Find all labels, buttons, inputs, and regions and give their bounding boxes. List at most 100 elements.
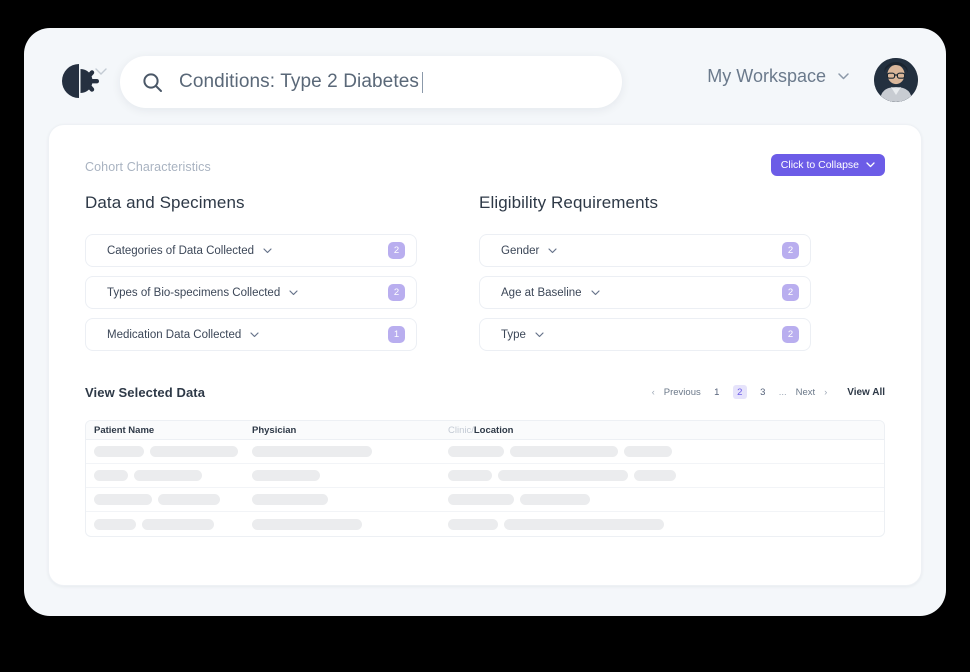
skeleton-placeholder: [252, 446, 372, 457]
table-column-muted-prefix: Clinic/: [448, 425, 474, 436]
table-cell: [94, 470, 252, 481]
skeleton-placeholder: [150, 446, 238, 457]
table-cell: [448, 470, 884, 481]
table-cell: [94, 446, 252, 457]
accordion-medication-data-collected[interactable]: Medication Data Collected 1: [85, 318, 417, 351]
accordion-type[interactable]: Type 2: [479, 318, 811, 351]
page-backdrop: Conditions: Type 2 Diabetes My Workspace: [0, 0, 970, 672]
accordion-label: Age at Baseline: [501, 287, 582, 299]
skeleton-placeholder: [520, 494, 590, 505]
pagination-page-2[interactable]: 2: [733, 385, 747, 399]
pagination-previous[interactable]: Previous: [664, 387, 701, 398]
skeleton-placeholder: [134, 470, 202, 481]
table-row: [86, 512, 884, 536]
skeleton-placeholder: [252, 494, 328, 505]
column-eligibility-requirements: Eligibility Requirements Gender 2 Age at…: [479, 193, 811, 360]
workspace-selector[interactable]: My Workspace: [707, 66, 850, 87]
skeleton-placeholder: [252, 470, 320, 481]
status-badge: 1: [388, 326, 405, 343]
accordion-label: Categories of Data Collected: [107, 245, 254, 257]
skeleton-placeholder: [158, 494, 220, 505]
skeleton-placeholder: [448, 494, 514, 505]
workspace-label: My Workspace: [707, 66, 826, 87]
table-row: [86, 464, 884, 488]
pagination-ellipsis: ...: [779, 387, 787, 398]
table-column-physician: Physician: [244, 425, 440, 436]
table-row: [86, 488, 884, 512]
chevron-right-icon[interactable]: ›: [824, 387, 827, 397]
skeleton-placeholder: [94, 494, 152, 505]
accordion-label: Gender: [501, 245, 539, 257]
chevron-down-icon: [591, 290, 600, 296]
main-card: Cohort Characteristics Click to Collapse…: [48, 124, 922, 586]
table-header-row: Patient Name Physician Clinic/Location: [86, 421, 884, 440]
top-bar: Conditions: Type 2 Diabetes My Workspace: [24, 50, 946, 120]
table-body: [86, 440, 884, 536]
skeleton-placeholder: [94, 446, 144, 457]
chevron-down-icon: [263, 248, 272, 254]
brand-logo-icon[interactable]: [57, 58, 103, 104]
data-section-header: View Selected Data ‹ Previous 1 2 3 ... …: [85, 381, 885, 403]
column-title: Data and Specimens: [85, 193, 417, 213]
table-cell: [94, 494, 252, 505]
search-value: Conditions: Type 2 Diabetes: [179, 71, 419, 93]
search-input[interactable]: Conditions: Type 2 Diabetes: [120, 56, 622, 108]
table-column-label: Location: [474, 425, 514, 436]
table-cell: [448, 446, 884, 457]
view-all-button[interactable]: View All: [847, 387, 885, 398]
chevron-down-icon: [837, 68, 850, 86]
accordion-label: Types of Bio-specimens Collected: [107, 287, 280, 299]
status-badge: 2: [388, 242, 405, 259]
column-data-and-specimens: Data and Specimens Categories of Data Co…: [85, 193, 417, 360]
accordion-gender[interactable]: Gender 2: [479, 234, 811, 267]
table-cell: [252, 470, 448, 481]
status-badge: 2: [782, 242, 799, 259]
accordion-types-of-bio-specimens-collected[interactable]: Types of Bio-specimens Collected 2: [85, 276, 417, 309]
table-cell: [448, 519, 884, 530]
data-section-title: View Selected Data: [85, 385, 205, 400]
column-title: Eligibility Requirements: [479, 193, 811, 213]
table-column-clinic-location: Clinic/Location: [440, 425, 884, 436]
skeleton-placeholder: [504, 519, 664, 530]
skeleton-placeholder: [498, 470, 628, 481]
pagination-page-3[interactable]: 3: [756, 385, 770, 399]
skeleton-placeholder: [94, 470, 128, 481]
card-header: Cohort Characteristics Click to Collapse: [85, 158, 885, 182]
pagination-next[interactable]: Next: [796, 387, 816, 398]
chevron-down-icon: [250, 332, 259, 338]
table-cell: [94, 519, 252, 530]
status-badge: 2: [388, 284, 405, 301]
skeleton-placeholder: [142, 519, 214, 530]
skeleton-placeholder: [624, 446, 672, 457]
skeleton-placeholder: [448, 519, 498, 530]
chevron-down-icon: [866, 159, 875, 171]
table-cell: [252, 494, 448, 505]
status-badge: 2: [782, 284, 799, 301]
table-cell: [252, 519, 448, 530]
chevron-left-icon[interactable]: ‹: [652, 387, 655, 397]
accordion-label: Medication Data Collected: [107, 329, 241, 341]
accordion-age-at-baseline[interactable]: Age at Baseline 2: [479, 276, 811, 309]
table-column-patient-name: Patient Name: [86, 425, 244, 436]
status-badge: 2: [782, 326, 799, 343]
chevron-down-icon: [289, 290, 298, 296]
collapse-button-label: Click to Collapse: [781, 159, 859, 171]
app-window: Conditions: Type 2 Diabetes My Workspace: [24, 28, 946, 616]
collapse-button[interactable]: Click to Collapse: [771, 154, 885, 176]
accordion-label: Type: [501, 329, 526, 341]
skeleton-placeholder: [448, 470, 492, 481]
skeleton-placeholder: [252, 519, 362, 530]
text-cursor: [422, 72, 423, 93]
selected-data-section: View Selected Data ‹ Previous 1 2 3 ... …: [85, 381, 885, 537]
accordion-categories-of-data-collected[interactable]: Categories of Data Collected 2: [85, 234, 417, 267]
pagination-page-1[interactable]: 1: [710, 385, 724, 399]
chevron-down-icon: [535, 332, 544, 338]
chevron-down-icon: [548, 248, 557, 254]
characteristics-columns: Data and Specimens Categories of Data Co…: [85, 193, 885, 360]
skeleton-placeholder: [510, 446, 618, 457]
skeleton-placeholder: [634, 470, 676, 481]
skeleton-placeholder: [94, 519, 136, 530]
selected-data-table: Patient Name Physician Clinic/Location: [85, 420, 885, 537]
table-cell: [448, 494, 884, 505]
avatar[interactable]: [874, 58, 918, 102]
